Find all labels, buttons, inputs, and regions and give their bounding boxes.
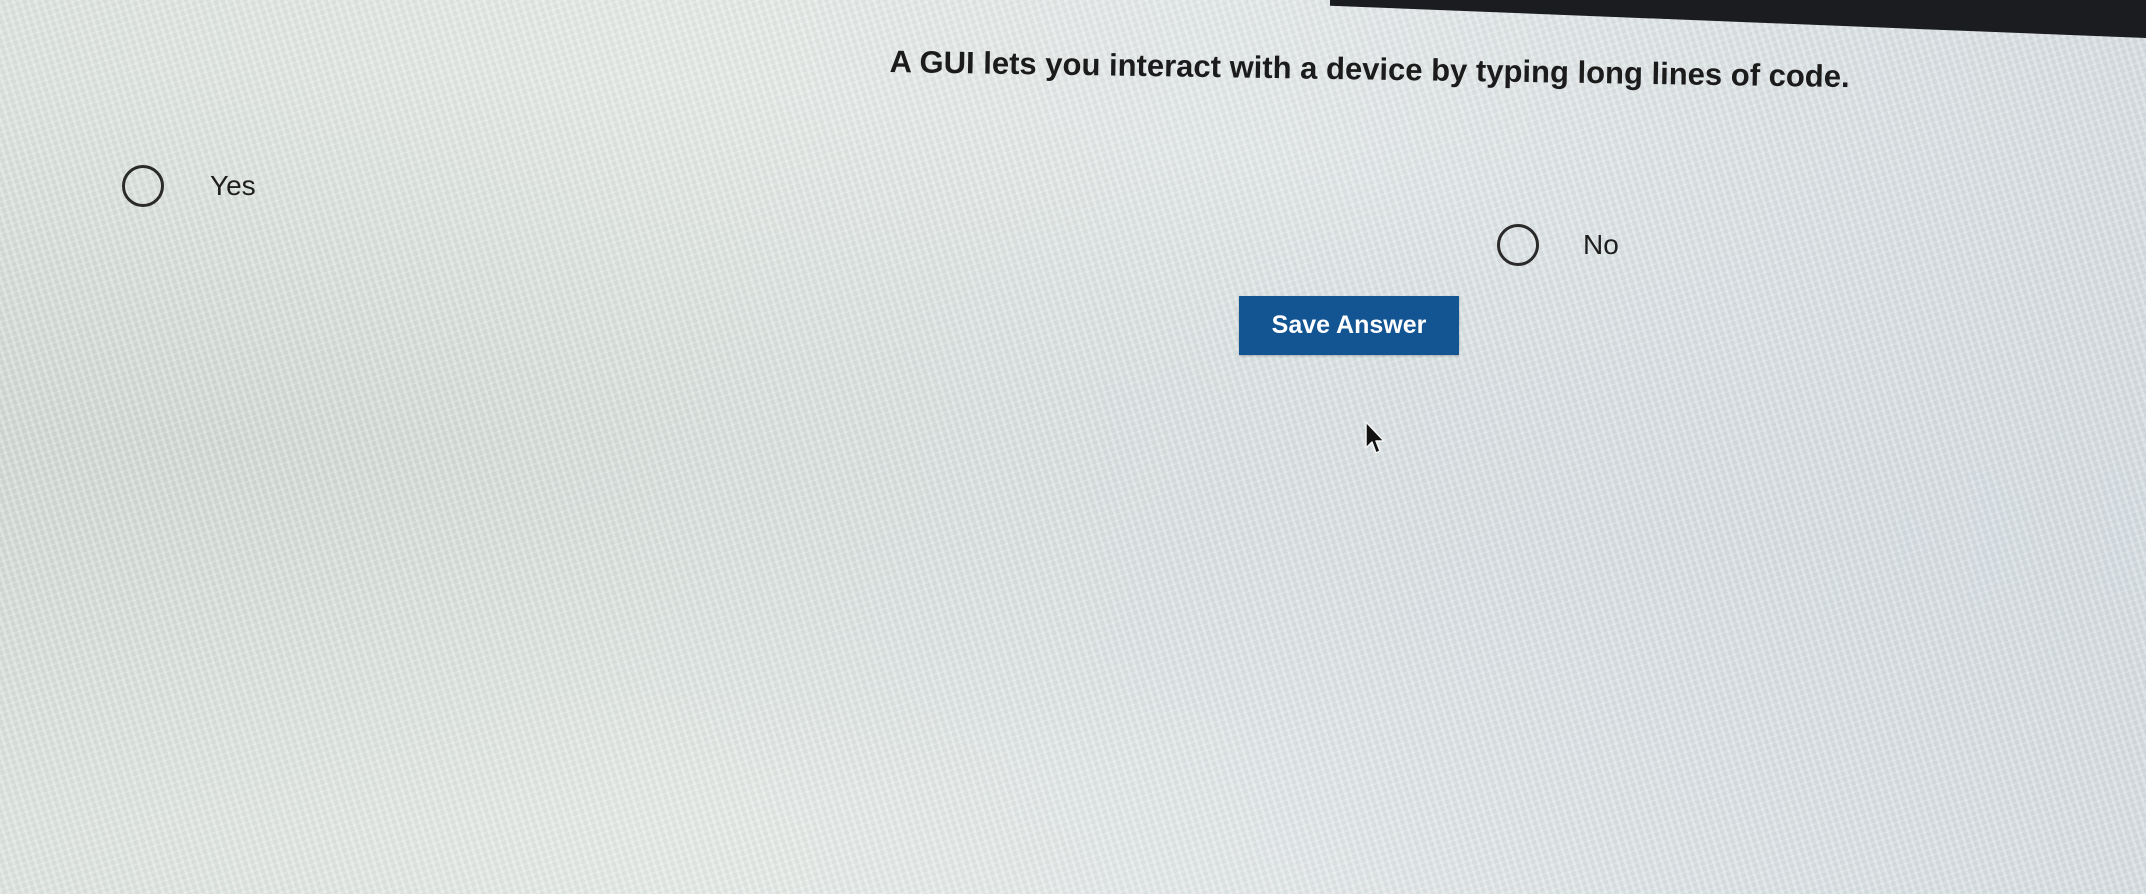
radio-button-yes[interactable] bbox=[122, 165, 164, 207]
mouse-pointer-icon bbox=[1365, 421, 1385, 454]
option-yes-label: Yes bbox=[210, 170, 256, 201]
option-no-label: No bbox=[1583, 229, 1619, 260]
question-text: A GUI lets you interact with a device by… bbox=[889, 44, 1850, 95]
monitor-bezel bbox=[1330, 0, 2146, 38]
option-no[interactable]: No bbox=[1497, 224, 1619, 266]
screen-texture bbox=[0, 0, 2146, 894]
option-yes[interactable]: Yes bbox=[122, 165, 256, 207]
save-answer-button[interactable]: Save Answer bbox=[1239, 296, 1459, 355]
radio-button-no[interactable] bbox=[1497, 224, 1539, 266]
